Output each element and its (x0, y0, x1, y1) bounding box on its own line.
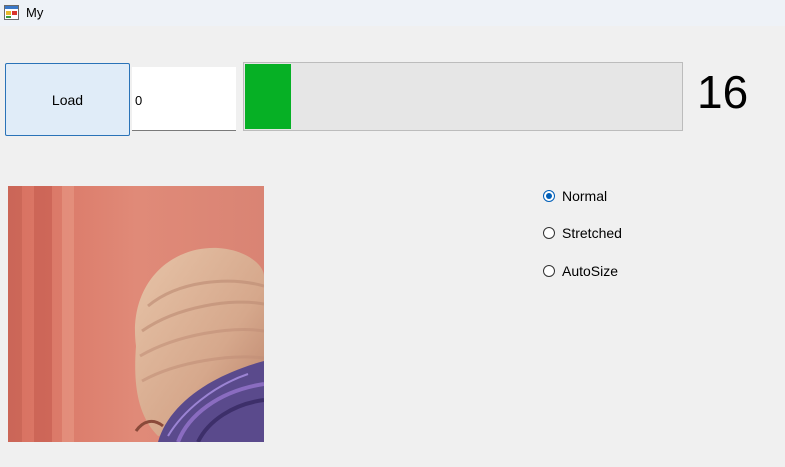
windows-form-icon (4, 5, 19, 20)
photo-image (8, 186, 264, 442)
radio-circle-icon[interactable] (543, 190, 555, 202)
radio-autosize-label: AutoSize (562, 263, 619, 279)
counter-label: 16 (697, 66, 749, 118)
picture-box (8, 186, 264, 442)
radio-circle-icon[interactable] (543, 227, 555, 239)
radio-autosize[interactable]: AutoSize (543, 263, 618, 279)
radio-stretched[interactable]: Stretched (543, 225, 622, 241)
radio-normal-label: Normal (562, 188, 608, 204)
load-button[interactable]: Load (5, 63, 130, 136)
progress-bar-fill (245, 64, 291, 129)
window-title: My (26, 5, 44, 20)
radio-stretched-label: Stretched (562, 225, 622, 241)
app-window: My Load 16 (0, 0, 785, 467)
value-input[interactable] (132, 67, 236, 131)
progress-bar (243, 62, 683, 131)
title-bar[interactable]: My (0, 0, 785, 26)
radio-circle-icon[interactable] (543, 265, 555, 277)
radio-normal[interactable]: Normal (543, 188, 607, 204)
